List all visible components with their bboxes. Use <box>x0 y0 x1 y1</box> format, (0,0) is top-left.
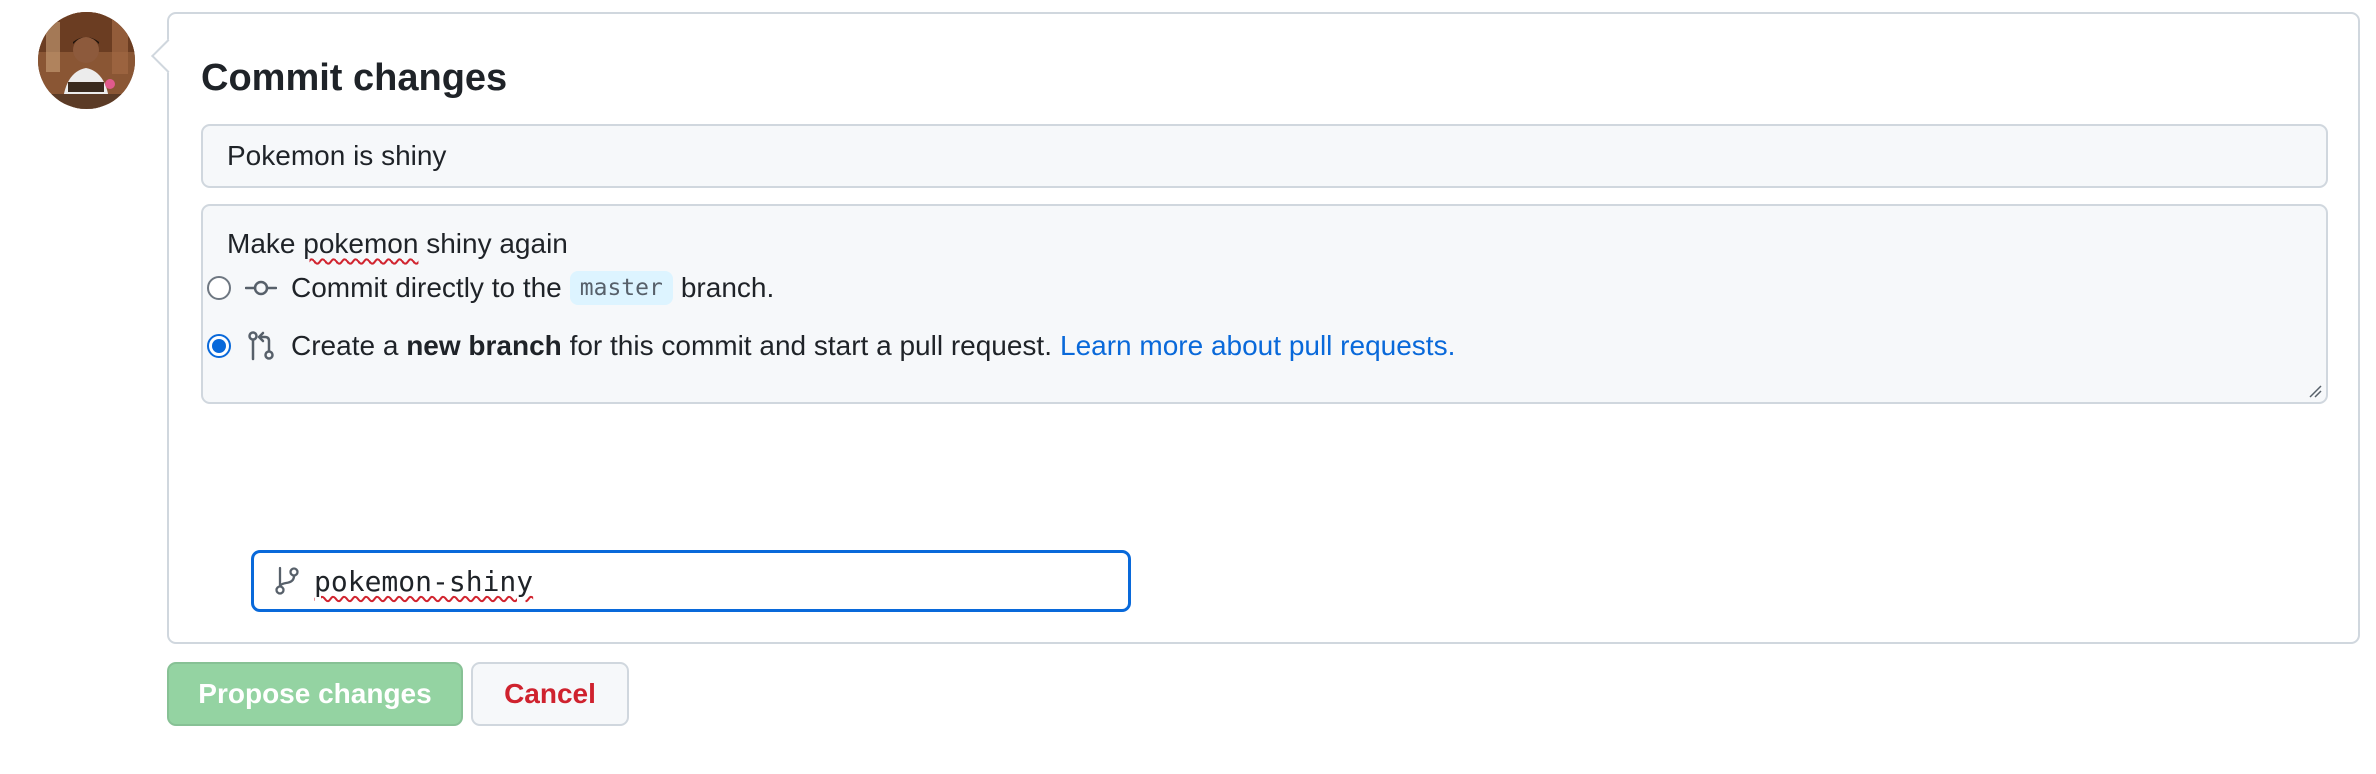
git-branch-icon <box>275 566 299 595</box>
new-branch-option[interactable]: Create a new branch for this commit and … <box>207 326 1455 366</box>
user-avatar[interactable] <box>38 12 135 109</box>
new-branch-name-input[interactable]: pokemon-shiny <box>251 550 1131 612</box>
new-branch-radio[interactable] <box>207 334 231 358</box>
commit-title: Commit changes <box>201 57 508 99</box>
commit-summary-input[interactable]: Pokemon is shiny <box>201 124 2328 188</box>
commit-changes-panel: Commit changes Pokemon is shiny Make pok… <box>151 12 2360 644</box>
resize-handle-icon[interactable] <box>2308 384 2322 398</box>
learn-more-pull-requests-link[interactable]: Learn more about pull requests. <box>1060 330 1455 362</box>
commit-direct-radio[interactable] <box>207 276 231 300</box>
propose-changes-button[interactable]: Propose changes <box>167 662 463 726</box>
description-text: Make <box>227 228 304 259</box>
description-misspelled-word: pokemon <box>303 228 419 259</box>
base-branch-name: master <box>569 271 673 305</box>
new-branch-text: Create a <box>291 330 399 361</box>
direct-option-text-after: branch. <box>680 272 775 303</box>
panel-pointer <box>151 39 185 73</box>
commit-form-page: Commit changes Pokemon is shiny Make pok… <box>0 0 2376 774</box>
commit-direct-option[interactable]: Commit directly to the master branch. <box>207 268 774 308</box>
branch-name-value: pokemon-shiny <box>314 564 534 598</box>
description-text-rest: shiny again <box>418 228 568 259</box>
direct-option-text: Commit directly to the <box>291 272 562 303</box>
new-branch-text-after: for this commit and start a pull request… <box>569 330 1052 361</box>
git-commit-icon <box>245 280 277 296</box>
cancel-button[interactable]: Cancel <box>471 662 629 726</box>
git-pull-request-icon <box>248 331 274 361</box>
new-branch-bold: new branch <box>406 330 562 361</box>
